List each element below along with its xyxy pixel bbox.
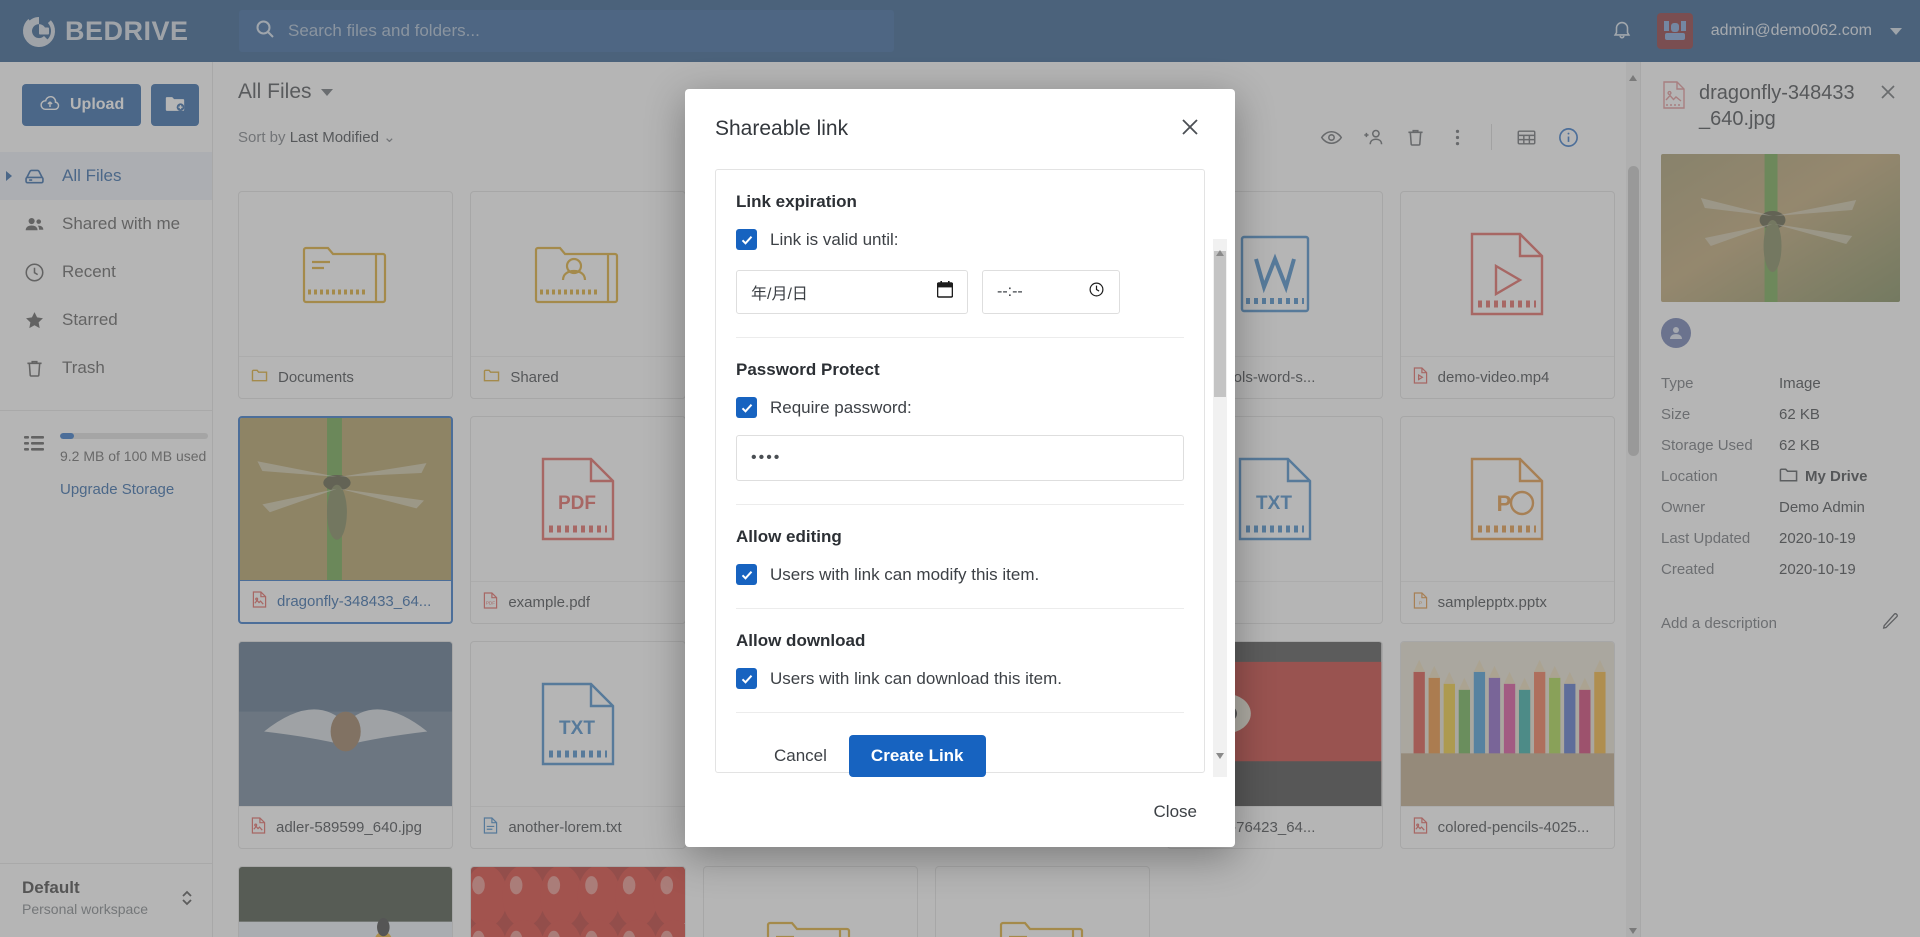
- allow-editing-heading: Allow editing: [736, 527, 842, 546]
- password-value: ••••: [751, 449, 782, 466]
- link-valid-until-row[interactable]: Link is valid until:: [736, 229, 1184, 250]
- dialog-header: Shareable link: [685, 89, 1235, 169]
- dialog-body: Link expiration Link is valid until: 年/月…: [685, 169, 1235, 777]
- require-password-checkbox[interactable]: [736, 397, 757, 418]
- link-valid-until-label: Link is valid until:: [770, 229, 899, 249]
- calendar-icon[interactable]: [936, 281, 954, 303]
- close-icon[interactable]: [1175, 112, 1205, 147]
- allow-download-row[interactable]: Users with link can download this item.: [736, 668, 1184, 689]
- dialog-actions: Cancel Create Link: [736, 713, 1184, 777]
- allow-download-label: Users with link can download this item.: [770, 668, 1062, 688]
- date-placeholder: 年/月/日: [751, 286, 808, 303]
- require-password-row[interactable]: Require password:: [736, 397, 1184, 418]
- allow-editing-row[interactable]: Users with link can modify this item.: [736, 564, 1184, 585]
- dialog-scroll-up-icon[interactable]: [1215, 243, 1225, 263]
- expiration-time-input[interactable]: --:--: [982, 270, 1120, 314]
- password-protect-heading: Password Protect: [736, 360, 880, 379]
- dialog-scroll-thumb[interactable]: [1214, 251, 1226, 397]
- allow-download-heading: Allow download: [736, 631, 866, 650]
- password-input[interactable]: ••••: [736, 435, 1184, 481]
- dialog-title: Shareable link: [715, 117, 849, 140]
- dialog-footer: Close: [685, 777, 1235, 847]
- expiration-fields: 年/月/日 --:--: [736, 270, 1184, 314]
- clock-icon[interactable]: [1088, 281, 1105, 303]
- shareable-link-dialog: Shareable link Link expiration Link is v…: [685, 89, 1235, 847]
- time-placeholder: --:--: [997, 283, 1023, 300]
- allow-download-checkbox[interactable]: [736, 668, 757, 689]
- link-options-panel: Link expiration Link is valid until: 年/月…: [715, 169, 1205, 777]
- link-valid-until-checkbox[interactable]: [736, 229, 757, 250]
- cancel-button[interactable]: Cancel: [766, 736, 835, 776]
- create-link-button[interactable]: Create Link: [848, 735, 986, 777]
- link-expiration-heading: Link expiration: [736, 192, 857, 211]
- close-button[interactable]: Close: [1148, 792, 1203, 832]
- expiration-date-input[interactable]: 年/月/日: [736, 270, 968, 314]
- allow-editing-label: Users with link can modify this item.: [770, 564, 1040, 584]
- allow-editing-checkbox[interactable]: [736, 564, 757, 585]
- require-password-label: Require password:: [770, 397, 912, 417]
- bedrive-app: BEDRIVE: [0, 0, 1920, 937]
- dialog-scroll-down-icon[interactable]: [1215, 745, 1225, 765]
